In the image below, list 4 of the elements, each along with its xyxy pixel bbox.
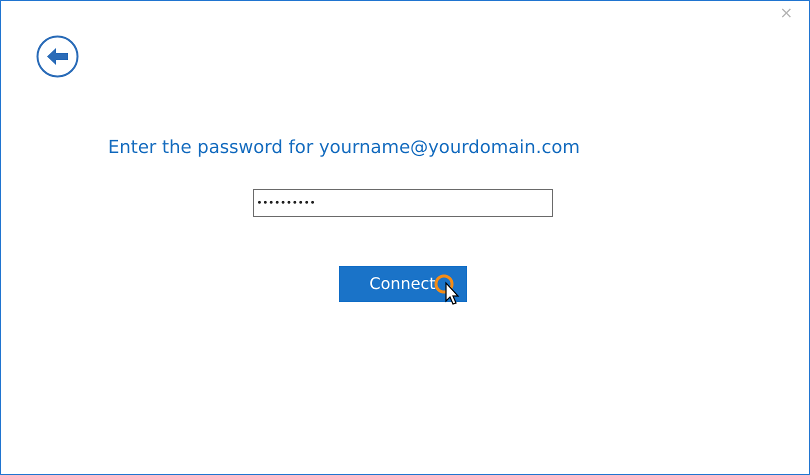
password-prompt: Enter the password for yourname@yourdomain.com [108,139,581,157]
back-icon[interactable] [36,35,79,78]
password-field[interactable]: •••••••••• [252,189,552,217]
connect-button[interactable]: Connect [338,266,466,302]
